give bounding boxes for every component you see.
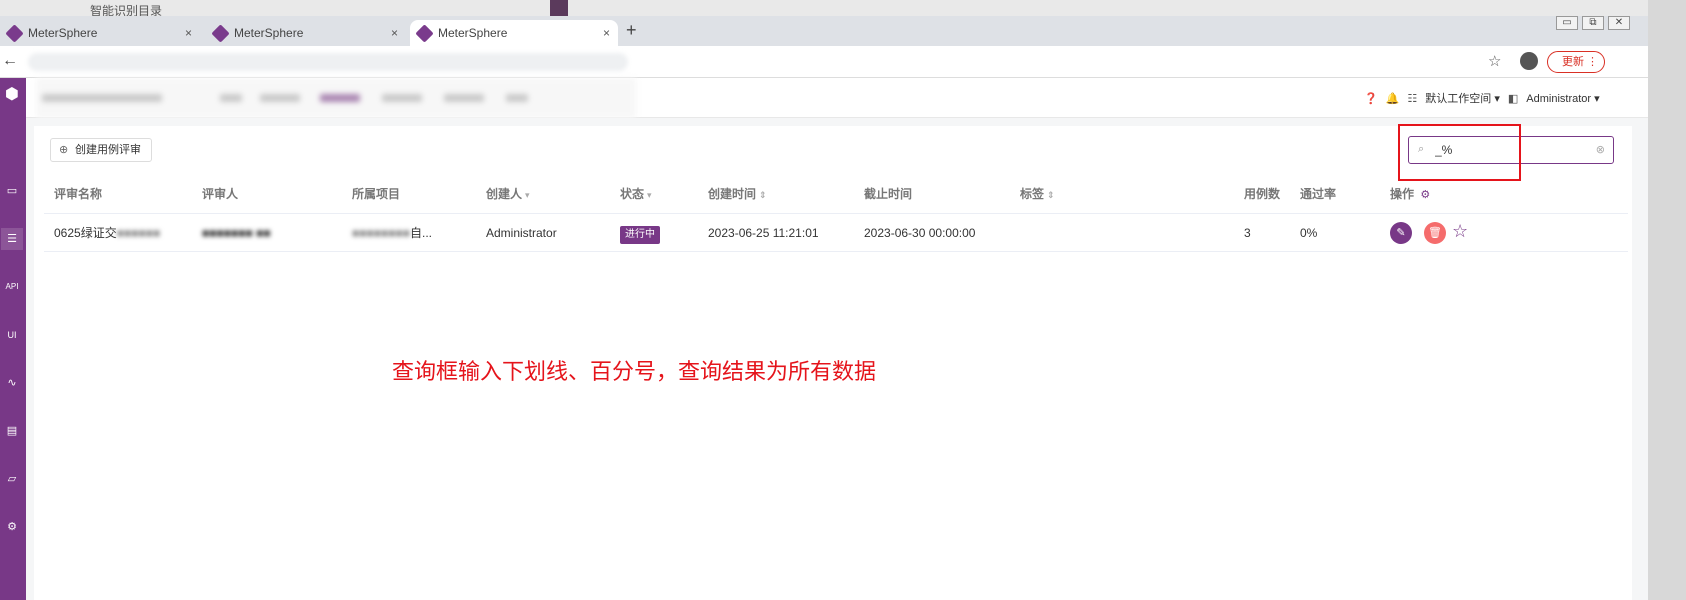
workspace-label: 默认工作空间	[1425, 93, 1492, 105]
help-icon[interactable]: ❓	[1364, 92, 1378, 105]
address-bar: ← ☆ 更新 ⋮	[0, 46, 1648, 78]
case-count-cell: 3	[1244, 226, 1251, 240]
edit-button[interactable]: ✎	[1390, 222, 1412, 244]
project-folder-icon[interactable]: ▱	[1, 468, 23, 490]
header-toolbar: ❓ 🔔 ☷ 默认工作空间 ▾ ◧ Administrator ▾	[1364, 90, 1600, 106]
tab-close-icon[interactable]: ×	[185, 20, 192, 46]
metersphere-logo-icon[interactable]: ⬢	[1, 84, 23, 106]
column-header-sortable[interactable]: 创建时间 ⇕	[708, 174, 767, 213]
column-header: 所属项目	[352, 187, 401, 201]
table-header: 评审名称 评审人 所属项目 创建人 ▾ 状态 ▾ 创建时间 ⇕ 截止时间 标签 ⇕ 用例…	[44, 174, 1628, 214]
blurred-text: ■■■■■■	[116, 226, 161, 240]
tab-strip: MeterSphere × MeterSphere × MeterSphere …	[0, 16, 1648, 46]
settings-gear-icon[interactable]: ⚙	[1420, 189, 1430, 201]
project-suffix: 自...	[409, 226, 432, 240]
desktop-right-edge	[1648, 0, 1686, 600]
create-review-button[interactable]: ⊕ 创建用例评审	[50, 138, 152, 162]
annotation-text: 查询框输入下划线、百分号，查询结果为所有数据	[392, 360, 877, 385]
browser-tab-2[interactable]: MeterSphere ×	[206, 20, 406, 46]
column-header: 标签	[1020, 187, 1045, 201]
test-track-icon[interactable]: ☰	[1, 228, 23, 250]
app-header: ❓ 🔔 ☷ 默认工作空间 ▾ ◧ Administrator ▾	[26, 78, 1648, 118]
annotation-highlight-box	[1398, 124, 1521, 181]
review-name-cell[interactable]: 0625绿证交■■■■■■	[54, 214, 160, 251]
report-icon[interactable]: ▤	[1, 420, 23, 442]
workspace-selector[interactable]: 默认工作空间 ▾	[1425, 90, 1500, 106]
settings-gear-icon[interactable]: ⚙	[1, 516, 23, 538]
app-sidebar: ⬢ ▭ ☰ API UI ∿ ▤ ▱ ⚙	[0, 78, 26, 600]
browser-tab-3[interactable]: MeterSphere ×	[410, 20, 618, 46]
column-header: 评审名称	[54, 187, 103, 201]
browser-window: MeterSphere × MeterSphere × MeterSphere …	[0, 16, 1648, 600]
tab-label: MeterSphere	[234, 26, 304, 40]
column-header: 创建时间	[708, 187, 757, 201]
status-cell: 进行中	[620, 214, 660, 251]
column-header-sortable[interactable]: 创建人 ▾	[486, 174, 530, 213]
blurred-text: ■■■■■■■■	[352, 226, 410, 240]
tab-label: MeterSphere	[438, 26, 508, 40]
back-arrow-icon[interactable]: ←	[2, 52, 18, 70]
bookmark-star-icon[interactable]: ☆	[1488, 52, 1501, 70]
delete-button[interactable]: 🗑	[1424, 222, 1446, 244]
tab-close-icon[interactable]: ×	[391, 20, 398, 46]
update-button[interactable]: 更新 ⋮	[1547, 51, 1605, 73]
update-label: 更新	[1562, 56, 1584, 68]
add-circle-icon: ⊕	[59, 144, 69, 156]
performance-test-icon[interactable]: ∿	[1, 372, 23, 394]
new-tab-button[interactable]: +	[626, 20, 637, 41]
column-header-filter[interactable]: 状态 ▾	[620, 174, 652, 213]
chevron-down-icon: ▾	[647, 190, 652, 200]
tab-close-icon[interactable]: ×	[603, 20, 610, 46]
creator-cell: Administrator	[486, 226, 557, 240]
tab-label: MeterSphere	[28, 26, 98, 40]
column-header: 截止时间	[864, 187, 913, 201]
task-list-icon[interactable]: ☷	[1407, 92, 1417, 105]
header-nav-blurred	[36, 78, 636, 118]
workstation-icon[interactable]: ▭	[1, 180, 23, 202]
chevron-down-icon: ▾	[1494, 93, 1500, 105]
review-table: 评审名称 评审人 所属项目 创建人 ▾ 状态 ▾ 创建时间 ⇕ 截止时间 标签 ⇕ 用例…	[44, 174, 1628, 252]
restore-button[interactable]: ⧉	[1582, 16, 1604, 30]
table-row[interactable]: 0625绿证交■■■■■■ ■■■■■■■ ■■ ■■■■■■■■自... Ad…	[44, 214, 1628, 252]
status-badge: 进行中	[620, 226, 660, 244]
close-window-button[interactable]: ✕	[1608, 16, 1630, 30]
favorite-star-icon[interactable]: ☆	[1452, 220, 1468, 242]
user-label: Administrator	[1526, 92, 1592, 105]
chevron-down-icon: ▾	[1594, 92, 1600, 105]
column-header-actions: 操作 ⚙	[1390, 174, 1430, 213]
reviewer-cell-blurred: ■■■■■■■ ■■	[202, 226, 271, 240]
pass-rate-cell: 0%	[1300, 226, 1318, 240]
minimize-button[interactable]: ▭	[1556, 16, 1578, 30]
notification-bell-icon[interactable]: 🔔	[1386, 92, 1400, 105]
column-header: 用例数	[1244, 187, 1281, 201]
column-header: 评审人	[202, 187, 239, 201]
api-test-icon[interactable]: API	[1, 276, 23, 298]
metersphere-favicon	[5, 24, 24, 43]
user-menu[interactable]: Administrator ▾	[1526, 92, 1599, 105]
ui-test-icon[interactable]: UI	[1, 324, 23, 346]
metersphere-favicon	[415, 24, 434, 43]
created-at-cell: 2023-06-25 11:21:01	[708, 226, 819, 240]
edit-icon: ✎	[1396, 227, 1406, 239]
sort-icon: ⇕	[759, 190, 767, 200]
deadline-cell: 2023-06-30 00:00:00	[864, 226, 976, 240]
column-header: 操作	[1390, 187, 1415, 201]
column-header-sortable[interactable]: 标签 ⇕	[1020, 174, 1055, 213]
column-header: 状态	[620, 187, 645, 201]
sort-icon: ⇕	[1047, 190, 1055, 200]
browser-tab-1[interactable]: MeterSphere ×	[0, 20, 200, 46]
column-header: 创建人	[486, 187, 523, 201]
clear-icon[interactable]: ⊗	[1596, 143, 1605, 156]
review-name: 0625绿证交	[54, 226, 117, 240]
metersphere-favicon	[211, 24, 230, 43]
chevron-down-icon: ▾	[525, 190, 530, 200]
profile-avatar-icon[interactable]	[1520, 52, 1538, 70]
create-review-label: 创建用例评审	[75, 144, 141, 156]
url-field-blurred[interactable]	[28, 53, 628, 71]
column-header: 通过率	[1300, 187, 1337, 201]
trash-icon: 🗑	[1428, 227, 1442, 239]
project-cell: ■■■■■■■■自...	[352, 214, 432, 251]
language-switch-icon[interactable]: ◧	[1508, 92, 1518, 105]
window-controls: ▭ ⧉ ✕	[1556, 16, 1630, 30]
